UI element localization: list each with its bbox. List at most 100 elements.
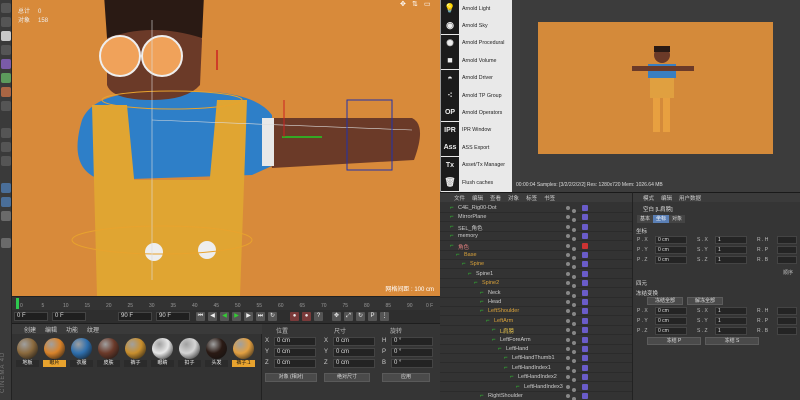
visibility-dot[interactable]	[566, 394, 570, 398]
freeze-p-button[interactable]: 冻结 P	[647, 337, 701, 345]
current-frame-field[interactable]: 0 F	[52, 312, 86, 321]
move-view-icon[interactable]: ✥	[400, 1, 409, 8]
material-swatch[interactable]	[98, 338, 119, 359]
material-menu-function[interactable]: 功能	[66, 325, 78, 334]
om-menu-tags[interactable]: 标签	[526, 194, 537, 202]
material-swatch-label[interactable]: 衣服	[70, 360, 93, 367]
material-swatch-label[interactable]: 眼片	[43, 360, 66, 367]
am-menu-mode[interactable]: 模式	[643, 194, 654, 202]
material-menu-texture[interactable]: 纹理	[87, 325, 99, 334]
tab-coord[interactable]: 坐标	[653, 215, 670, 223]
visibility-dot[interactable]	[566, 234, 570, 239]
section-quaternion[interactable]: 四元	[636, 279, 647, 287]
tag-icon[interactable]	[582, 336, 588, 343]
preview-end-field[interactable]: 90 F	[156, 312, 190, 321]
rotation-field[interactable]	[777, 307, 797, 315]
tag-icon[interactable]	[582, 252, 588, 258]
om-menu-file[interactable]: 文件	[454, 194, 465, 202]
visibility-dot[interactable]	[566, 224, 570, 229]
render-view[interactable]: 00:00:04 Samples: [3/2/2/2/2/2] Res: 128…	[512, 0, 800, 192]
plugin-item[interactable]: ✺ Arnold Procedural	[441, 34, 513, 52]
edges-mode-icon[interactable]	[1, 73, 11, 83]
coord-position-field[interactable]: 0 cm	[274, 337, 316, 346]
om-menu-view[interactable]: 查看	[490, 194, 501, 202]
prev-key-icon[interactable]: ◀	[208, 312, 217, 321]
tag-icon[interactable]	[582, 355, 588, 362]
material-swatch[interactable]	[179, 338, 200, 359]
visibility-dot[interactable]	[566, 375, 570, 380]
position-field[interactable]: 0 cm	[655, 246, 687, 254]
rotation-field[interactable]	[777, 327, 797, 335]
solo-icon[interactable]	[1, 183, 11, 193]
visibility-dot[interactable]	[566, 384, 570, 389]
coord-mode-select[interactable]: 对象 (相对)	[265, 373, 317, 382]
rotation-field[interactable]	[777, 246, 797, 254]
coord-rotation-field[interactable]: 0 °	[391, 337, 433, 346]
plugin-item[interactable]: Ass ASS Export	[441, 139, 513, 157]
tag-icon[interactable]	[582, 270, 588, 277]
visibility-dot[interactable]	[566, 365, 570, 370]
scale-field[interactable]: 1	[715, 317, 747, 325]
visibility-dot[interactable]	[566, 290, 570, 295]
play-back-icon[interactable]: ◀	[220, 312, 229, 321]
material-menu-create[interactable]: 创建	[24, 325, 36, 334]
plugin-item[interactable]: ◉ Arnold Sky	[441, 17, 513, 35]
visibility-dot[interactable]	[566, 243, 570, 248]
coord-rotation-field[interactable]: 0 °	[391, 359, 433, 368]
scale-field[interactable]: 1	[715, 256, 747, 264]
tab-object[interactable]: 对象	[669, 215, 686, 223]
next-key-icon[interactable]: ▶	[244, 312, 253, 321]
tag-icon[interactable]	[582, 242, 588, 249]
plugin-item[interactable]: 🗑 Flush caches	[441, 174, 513, 191]
coord-position-field[interactable]: 0 cm	[274, 348, 316, 357]
first-frame-icon[interactable]: ⏮	[196, 312, 205, 321]
coord-size-field[interactable]: 0 cm	[333, 337, 375, 346]
plugin-item[interactable]: ■ Arnold Volume	[441, 52, 513, 70]
key-scale-icon[interactable]: ⤢	[344, 312, 353, 321]
position-field[interactable]: 0 cm	[655, 256, 687, 264]
plugin-item[interactable]: ◓ Arnold Driver	[441, 69, 513, 87]
tag-icon[interactable]	[582, 299, 588, 305]
scale-field[interactable]: 1	[715, 246, 747, 254]
am-menu-edit[interactable]: 编辑	[661, 194, 672, 202]
tab-basic[interactable]: 基本	[637, 215, 654, 223]
solo-hierarchy-icon[interactable]	[1, 197, 11, 207]
autokey-icon[interactable]: ●	[302, 312, 311, 321]
material-menu-edit[interactable]: 编辑	[45, 325, 57, 334]
object-row[interactable]: ⌐ RightShoulder	[440, 391, 632, 400]
material-swatch[interactable]	[152, 338, 173, 359]
model-mode-icon[interactable]	[1, 17, 11, 27]
plugin-item[interactable]: ⁖ Arnold TP Group	[441, 87, 513, 104]
material-swatch-label[interactable]: 裤子	[124, 360, 147, 367]
axis-mode-icon[interactable]	[1, 101, 11, 111]
tag-icon[interactable]	[582, 393, 588, 399]
last-frame-icon[interactable]: ⏭	[256, 312, 265, 321]
scale-field[interactable]: 1	[715, 327, 747, 335]
section-frozen[interactable]: 冻结变换	[636, 289, 658, 297]
zoom-view-icon[interactable]: ⇅	[412, 1, 421, 8]
end-frame-field[interactable]: 90 F	[118, 312, 152, 321]
om-menu-object[interactable]: 对象	[508, 194, 519, 202]
freeze-s-button[interactable]: 冻结 S	[705, 337, 759, 345]
tag-icon[interactable]	[582, 261, 588, 268]
visibility-dot[interactable]	[566, 206, 570, 210]
tag-icon[interactable]	[582, 280, 588, 287]
tag-icon[interactable]	[582, 289, 588, 296]
tag-icon[interactable]	[582, 346, 588, 352]
tag-icon[interactable]	[582, 383, 588, 390]
material-swatch[interactable]	[71, 338, 92, 359]
texture-mode-icon[interactable]	[1, 31, 11, 41]
visibility-dot[interactable]	[566, 215, 570, 220]
om-menu-edit[interactable]: 编辑	[472, 194, 483, 202]
keyframe-selection-icon[interactable]: ?	[314, 312, 323, 321]
scale-field[interactable]: 1	[715, 307, 747, 315]
om-menu-bookmarks[interactable]: 书签	[544, 194, 555, 202]
workplane-icon[interactable]	[1, 45, 11, 55]
material-swatch[interactable]	[125, 338, 146, 359]
key-param-icon[interactable]: P	[368, 312, 377, 321]
coord-rotation-field[interactable]: 0 °	[391, 348, 433, 357]
tag-icon[interactable]	[582, 214, 588, 221]
sculpt-icon[interactable]	[1, 238, 11, 248]
polygons-mode-icon[interactable]	[1, 87, 11, 97]
visibility-dot[interactable]	[566, 262, 570, 267]
